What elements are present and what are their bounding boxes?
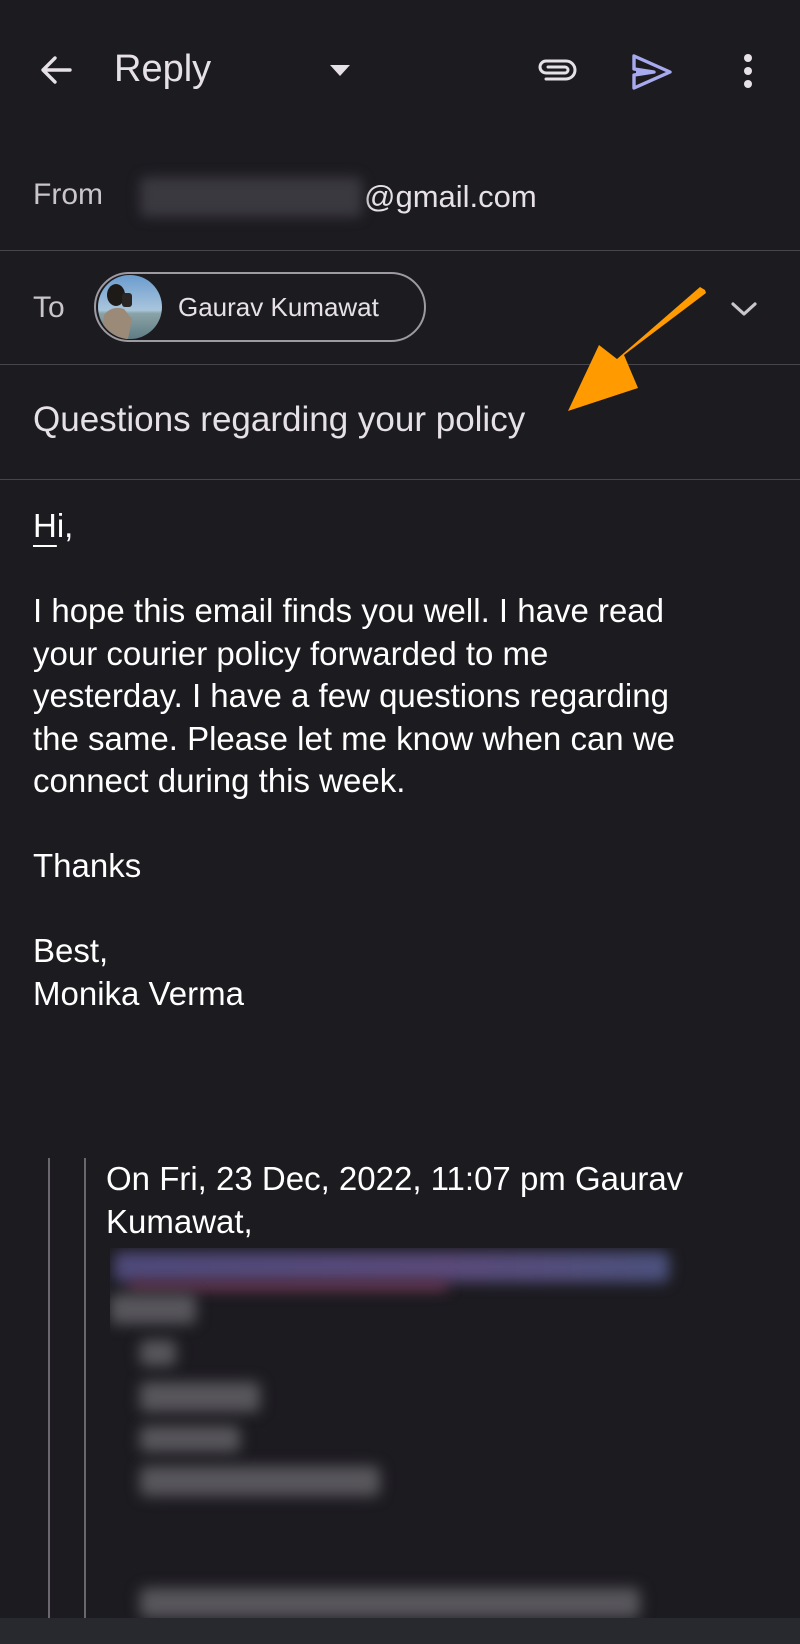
greeting: Hi, [33,505,753,548]
recipient-chip[interactable]: Gaurav Kumawat [94,272,426,342]
body-line: yesterday. I have a few questions regard… [33,677,669,714]
body-line: your courier policy forwarded to me [33,634,549,672]
quote-bar-outer [48,1158,50,1620]
redacted-text [140,1426,240,1452]
redacted-text [140,1466,380,1496]
subject-field[interactable]: Questions regarding your policy [0,365,800,479]
compose-body[interactable]: Hi, I hope this email finds you well. I … [33,505,753,1015]
recipient-avatar [98,275,162,339]
quoted-header-line: On Fri, 23 Dec, 2022, 11:07 pm Gaurav [106,1160,684,1197]
quoted-header: On Fri, 23 Dec, 2022, 11:07 pm Gaurav Ku… [106,1157,746,1243]
recipient-name: Gaurav Kumawat [178,291,379,322]
expand-recipients-button[interactable] [722,287,766,331]
signature-line: Monika Verma [33,974,244,1012]
redacted-text [110,1294,196,1324]
redacted-text [140,1340,176,1366]
quoted-content-redacted [110,1248,690,1620]
redacted-username [140,177,362,217]
redacted-text [140,1588,640,1618]
redacted-email-link [114,1252,669,1282]
bottom-bar [0,1618,800,1644]
greeting-first-letter: H [33,507,57,544]
send-icon [632,54,672,90]
from-email-domain: @gmail.com [364,179,537,214]
more-options-button[interactable] [730,46,766,96]
thanks-line: Thanks [33,847,142,884]
to-field[interactable]: To Gaurav Kumawat [0,251,800,364]
redacted-text [140,1382,260,1412]
quoted-header-line: Kumawat, [106,1203,253,1240]
greeting-rest: i, [56,507,74,544]
body-line: connect during this week. [33,762,406,799]
app-bar: Reply [0,0,800,140]
attach-button[interactable] [528,46,584,94]
more-vert-icon [744,54,752,88]
body-line: I hope this email finds you well. I have… [33,592,665,629]
from-field[interactable]: From @gmail.com [0,150,800,250]
arrow-back-icon [41,56,72,84]
from-email: @gmail.com [140,177,537,217]
quote-bar-inner [84,1158,86,1620]
to-label: To [33,291,65,324]
redacted-link-underline [128,1282,448,1290]
from-label: From [33,178,103,211]
back-button[interactable] [32,46,80,94]
dropdown-triangle-icon [330,65,350,76]
reply-mode-dropdown[interactable] [320,52,360,88]
signoff-line: Best, [33,932,109,969]
send-button[interactable] [626,46,678,98]
paperclip-icon [538,59,577,81]
subject-text: Questions regarding your policy [33,400,526,439]
chevron-down-icon [731,302,757,316]
divider [0,479,800,480]
body-line: the same. Please let me know when can we [33,719,676,757]
reply-mode-title[interactable]: Reply [114,48,211,91]
